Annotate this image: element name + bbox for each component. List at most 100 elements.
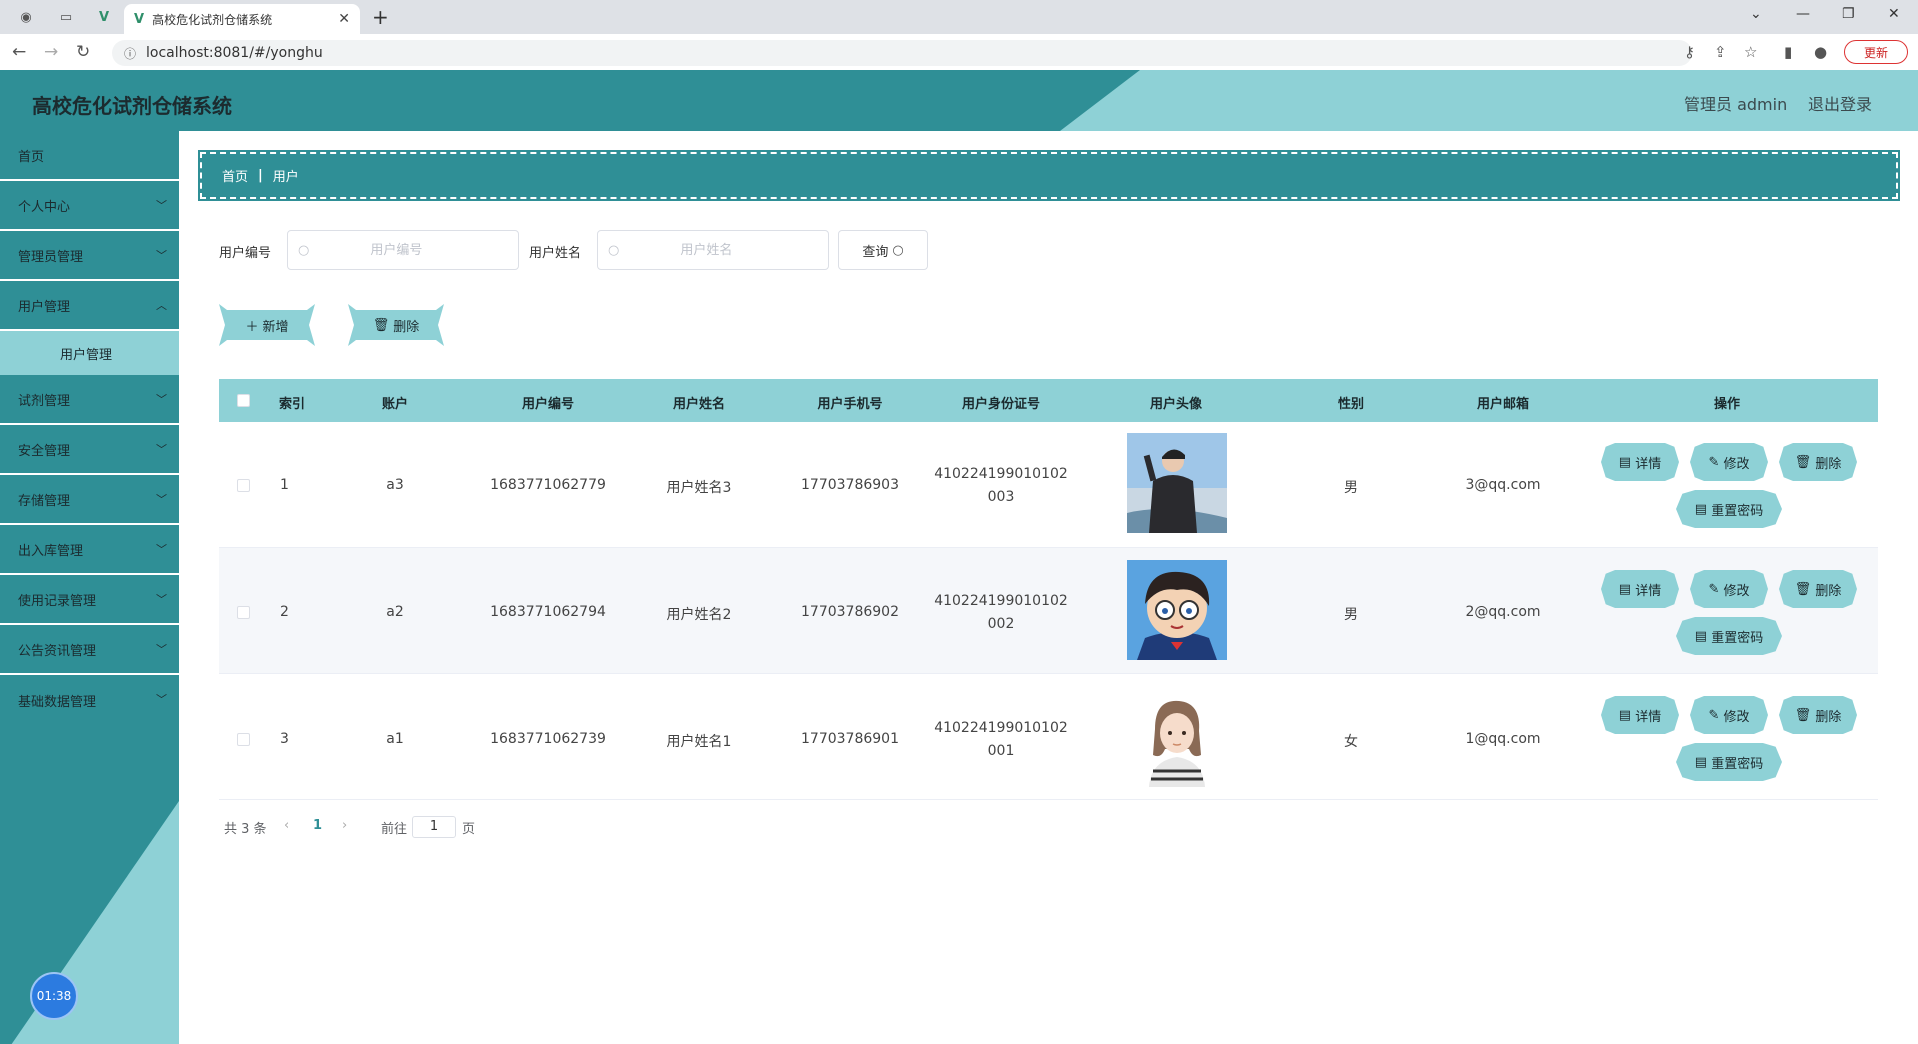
cell-email: 2@qq.com (1465, 604, 1541, 620)
share-icon[interactable]: ⇪ (1714, 43, 1727, 61)
add-button[interactable]: ＋ 新增 (219, 304, 315, 346)
sidebar-subitem-label: 用户管理 (60, 347, 113, 363)
sidepanel-icon[interactable]: ▮ (1784, 43, 1792, 61)
reset-password-button[interactable]: ▤ 重置密码 (1676, 490, 1782, 528)
sidebar: 首页 个人中心 ﹀ 管理员管理 ﹀ 用户管理 ︿ 用户管理 试剂管理 ﹀ 安全管… (0, 131, 179, 1044)
sidebar-item-reagents[interactable]: 试剂管理 ﹀ (0, 375, 179, 425)
new-tab-icon[interactable]: + (372, 5, 389, 29)
sidebar-item-storage[interactable]: 存储管理 ﹀ (0, 475, 179, 525)
timer-badge[interactable]: 01:38 (30, 972, 78, 1020)
chevron-right-icon[interactable]: › (342, 818, 347, 833)
edit-button[interactable]: ✎ 修改 (1690, 570, 1768, 608)
delete-button[interactable]: 🗑 删除 (1779, 570, 1857, 608)
edit-button[interactable]: ✎ 修改 (1690, 696, 1768, 734)
pagination-current-page[interactable]: 1 (313, 818, 322, 833)
header-decoration (1060, 70, 1918, 131)
update-button[interactable]: 更新 (1844, 40, 1908, 64)
sidebar-subitem-user-management[interactable]: 用户管理 (0, 331, 179, 375)
column-header-user-code: 用户编号 (521, 397, 574, 412)
close-tab-icon[interactable]: ✕ (338, 11, 350, 27)
trash-icon: 🗑 (1794, 454, 1812, 470)
sidebar-item-notices[interactable]: 公告资讯管理 ﹀ (0, 625, 179, 675)
document-icon: ▤ (1618, 707, 1632, 723)
cell-id-line1: 410224199010102 (934, 720, 1068, 736)
sidebar-item-admins[interactable]: 管理员管理 ﹀ (0, 231, 179, 281)
chevron-left-icon[interactable]: ‹ (284, 818, 289, 833)
sidebar-item-label: 公告资讯管理 (18, 643, 97, 659)
restore-icon[interactable]: ❐ (1842, 6, 1855, 22)
cell-phone: 17703786901 (801, 731, 899, 747)
sidebar-item-profile[interactable]: 个人中心 ﹀ (0, 181, 179, 231)
column-header-gender: 性别 (1337, 397, 1364, 412)
user-code-search-field[interactable]: ○ (287, 230, 519, 270)
document-icon: ▤ (1694, 628, 1708, 644)
row-checkbox[interactable] (237, 733, 250, 746)
browser-tab-icon[interactable]: ▭ (52, 6, 80, 28)
reload-icon[interactable]: ↻ (76, 42, 90, 62)
search-icon: ○ (892, 242, 904, 258)
row-checkbox[interactable] (237, 479, 250, 492)
cell-email: 1@qq.com (1465, 731, 1541, 747)
column-header-index: 索引 (278, 397, 305, 412)
star-icon[interactable]: ☆ (1744, 43, 1757, 61)
chevron-down-icon[interactable]: ⌄ (1750, 6, 1762, 22)
breadcrumb-current: 用户 (272, 170, 299, 185)
column-header-email: 用户邮箱 (1476, 397, 1529, 412)
admin-label: 管理员 admin (1684, 95, 1788, 114)
user-avatar[interactable] (1127, 687, 1227, 787)
sidebar-item-usage[interactable]: 使用记录管理 ﹀ (0, 575, 179, 625)
user-avatar[interactable] (1127, 560, 1227, 660)
detail-button[interactable]: ▤ 详情 (1601, 696, 1679, 734)
table-row (219, 548, 1878, 674)
cell-user-code: 1683771062779 (490, 477, 606, 493)
delete-button[interactable]: 🗑 删除 (1779, 696, 1857, 734)
cell-id-line1: 410224199010102 (934, 466, 1068, 482)
forward-icon[interactable]: → (44, 42, 58, 62)
cell-user-name: 用户姓名1 (666, 734, 732, 750)
cell-id-line2: 002 (987, 616, 1015, 632)
sidebar-item-users[interactable]: 用户管理 ︿ (0, 281, 179, 331)
query-button[interactable]: 查询 ○ (838, 230, 928, 270)
cell-phone: 17703786903 (801, 477, 899, 493)
breadcrumb-home[interactable]: 首页 (222, 166, 248, 185)
browser-tab-icon[interactable]: ◉ (12, 6, 40, 28)
back-icon[interactable]: ← (12, 42, 26, 62)
sidebar-item-label: 试剂管理 (18, 393, 71, 409)
url-field[interactable]: ⓘ localhost:8081/#/yonghu (112, 40, 1692, 66)
reset-password-button[interactable]: ▤ 重置密码 (1676, 617, 1782, 655)
delete-button[interactable]: 🗑 删除 (1779, 443, 1857, 481)
browser-tab-icon[interactable]: V (90, 6, 118, 28)
browser-active-tab[interactable]: V 高校危化试剂仓储系统 ✕ (124, 4, 360, 34)
pagination-page-input[interactable]: 1 (412, 816, 456, 838)
logout-link[interactable]: 退出登录 (1808, 91, 1872, 115)
pencil-icon: ✎ (1708, 581, 1720, 597)
user-code-input[interactable] (309, 241, 484, 259)
cell-index: 1 (280, 477, 289, 493)
key-icon[interactable]: ⚷ (1684, 43, 1695, 61)
select-all-checkbox[interactable] (237, 394, 250, 407)
table-row (219, 674, 1878, 800)
sidebar-item-home[interactable]: 首页 (0, 131, 179, 181)
batch-delete-label: 删除 (393, 319, 420, 335)
close-window-icon[interactable]: ✕ (1888, 6, 1900, 22)
sidebar-item-inout[interactable]: 出入库管理 ﹀ (0, 525, 179, 575)
detail-button[interactable]: ▤ 详情 (1601, 570, 1679, 608)
row-checkbox[interactable] (237, 606, 250, 619)
user-avatar[interactable] (1127, 433, 1227, 533)
chevron-down-icon: ﹀ (156, 543, 167, 556)
delete-label: 删除 (1815, 709, 1842, 725)
edit-button[interactable]: ✎ 修改 (1690, 443, 1768, 481)
sidebar-item-basedata[interactable]: 基础数据管理 ﹀ (0, 675, 179, 725)
reset-password-button[interactable]: ▤ 重置密码 (1676, 743, 1782, 781)
trash-icon: 🗑 (1794, 707, 1812, 723)
cell-user-name: 用户姓名3 (666, 480, 732, 496)
user-name-input[interactable] (619, 241, 794, 259)
sidebar-item-safety[interactable]: 安全管理 ﹀ (0, 425, 179, 475)
profile-icon[interactable]: ● (1814, 43, 1827, 61)
sidebar-item-label: 个人中心 (18, 199, 71, 215)
user-name-search-field[interactable]: ○ (597, 230, 829, 270)
batch-delete-button[interactable]: 🗑 删除 (348, 304, 444, 346)
detail-button[interactable]: ▤ 详情 (1601, 443, 1679, 481)
minimize-icon[interactable]: — (1796, 6, 1810, 22)
plus-icon: ＋ (245, 319, 259, 335)
